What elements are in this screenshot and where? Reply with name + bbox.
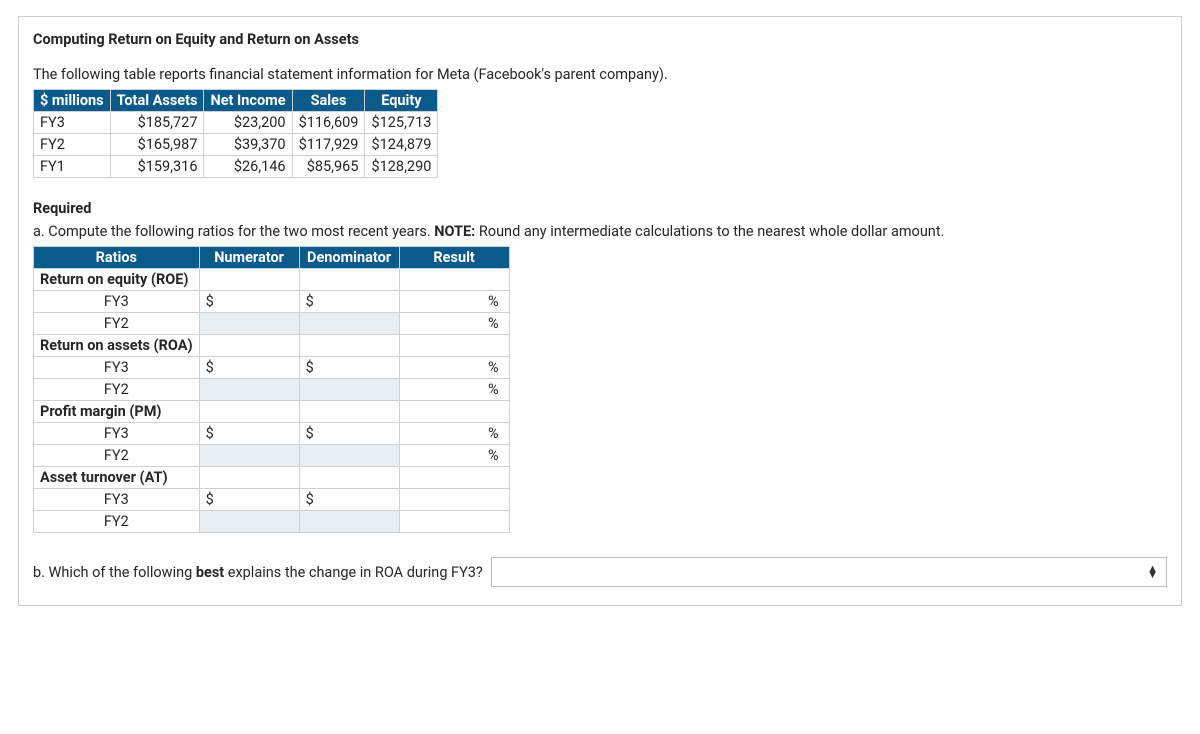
cell: $185,727 [110, 112, 204, 134]
result-input[interactable]: % [399, 423, 509, 445]
financial-data-table: $ millions Total Assets Net Income Sales… [33, 89, 438, 178]
ratios-table: Ratios Numerator Denominator Result Retu… [33, 246, 510, 533]
part-b-prefix: b. Which of the following [33, 564, 196, 581]
denominator-input[interactable] [299, 445, 399, 467]
empty-cell [399, 269, 509, 291]
th-net-income: Net Income [204, 90, 292, 112]
denominator-input[interactable] [299, 313, 399, 335]
ratio-row-label: FY3 [34, 489, 200, 511]
denominator-input[interactable] [299, 379, 399, 401]
part-b-suffix: explains the change in ROA during FY3? [224, 564, 483, 581]
cell: $85,965 [292, 156, 365, 178]
page-title: Computing Return on Equity and Return on… [33, 31, 1167, 48]
cell: $26,146 [204, 156, 292, 178]
part-a-prefix: a. Compute the following ratios for the … [33, 223, 434, 240]
result-input[interactable]: % [399, 313, 509, 335]
ratio-section-label: Profit margin (PM) [34, 401, 200, 423]
denominator-input[interactable]: $ [299, 423, 399, 445]
result-input[interactable]: % [399, 357, 509, 379]
result-input[interactable]: % [399, 445, 509, 467]
empty-cell [399, 401, 509, 423]
table-row: FY3 $185,727 $23,200 $116,609 $125,713 [34, 112, 438, 134]
cell: FY3 [34, 112, 111, 134]
part-b-text: b. Which of the following best explains … [33, 564, 483, 581]
cell: $124,879 [365, 134, 438, 156]
ratio-section-label: Asset turnover (AT) [34, 467, 200, 489]
cell: $116,609 [292, 112, 365, 134]
ratio-section-label: Return on assets (ROA) [34, 335, 200, 357]
ratio-section-label: Return on equity (ROE) [34, 269, 200, 291]
cell: $23,200 [204, 112, 292, 134]
ratio-row-label: FY3 [34, 423, 200, 445]
table-row: FY2 $165,987 $39,370 $117,929 $124,879 [34, 134, 438, 156]
cell: $159,316 [110, 156, 204, 178]
note-label: NOTE: [434, 223, 475, 240]
cell: $165,987 [110, 134, 204, 156]
numerator-input[interactable] [199, 511, 299, 533]
ratio-row-label: FY2 [34, 511, 200, 533]
empty-cell [199, 401, 299, 423]
numerator-input[interactable]: $ [199, 489, 299, 511]
result-input[interactable]: % [399, 379, 509, 401]
th-millions: $ millions [34, 90, 111, 112]
th-ratios: Ratios [34, 247, 200, 269]
th-equity: Equity [365, 90, 438, 112]
denominator-input[interactable]: $ [299, 291, 399, 313]
ratio-row-label: FY3 [34, 357, 200, 379]
intro-text: The following table reports financial st… [33, 66, 1167, 83]
empty-cell [299, 467, 399, 489]
empty-cell [299, 401, 399, 423]
table-row: FY1 $159,316 $26,146 $85,965 $128,290 [34, 156, 438, 178]
denominator-input[interactable]: $ [299, 489, 399, 511]
empty-cell [199, 467, 299, 489]
cell: $117,929 [292, 134, 365, 156]
updown-icon: ▲▼ [1147, 566, 1158, 578]
th-sales: Sales [292, 90, 365, 112]
result-input[interactable]: % [399, 291, 509, 313]
numerator-input[interactable] [199, 379, 299, 401]
empty-cell [299, 269, 399, 291]
part-a-text: a. Compute the following ratios for the … [33, 223, 1167, 240]
th-denominator: Denominator [299, 247, 399, 269]
roa-change-select[interactable]: ▲▼ [491, 557, 1167, 587]
part-b-bold: best [196, 564, 224, 581]
ratio-row-label: FY2 [34, 445, 200, 467]
th-total-assets: Total Assets [110, 90, 204, 112]
result-input[interactable] [399, 489, 509, 511]
result-input[interactable] [399, 511, 509, 533]
denominator-input[interactable] [299, 511, 399, 533]
denominator-input[interactable]: $ [299, 357, 399, 379]
required-heading: Required [33, 200, 1167, 217]
empty-cell [199, 335, 299, 357]
numerator-input[interactable]: $ [199, 357, 299, 379]
th-numerator: Numerator [199, 247, 299, 269]
cell: $128,290 [365, 156, 438, 178]
ratio-row-label: FY2 [34, 313, 200, 335]
note-text: Round any intermediate calculations to t… [475, 223, 944, 240]
empty-cell [299, 335, 399, 357]
part-b-row: b. Which of the following best explains … [33, 557, 1167, 587]
empty-cell [399, 467, 509, 489]
empty-cell [199, 269, 299, 291]
numerator-input[interactable]: $ [199, 423, 299, 445]
ratio-row-label: FY2 [34, 379, 200, 401]
cell: $39,370 [204, 134, 292, 156]
ratio-row-label: FY3 [34, 291, 200, 313]
cell: FY1 [34, 156, 111, 178]
empty-cell [399, 335, 509, 357]
numerator-input[interactable] [199, 445, 299, 467]
numerator-input[interactable] [199, 313, 299, 335]
cell: $125,713 [365, 112, 438, 134]
cell: FY2 [34, 134, 111, 156]
numerator-input[interactable]: $ [199, 291, 299, 313]
th-result: Result [399, 247, 509, 269]
